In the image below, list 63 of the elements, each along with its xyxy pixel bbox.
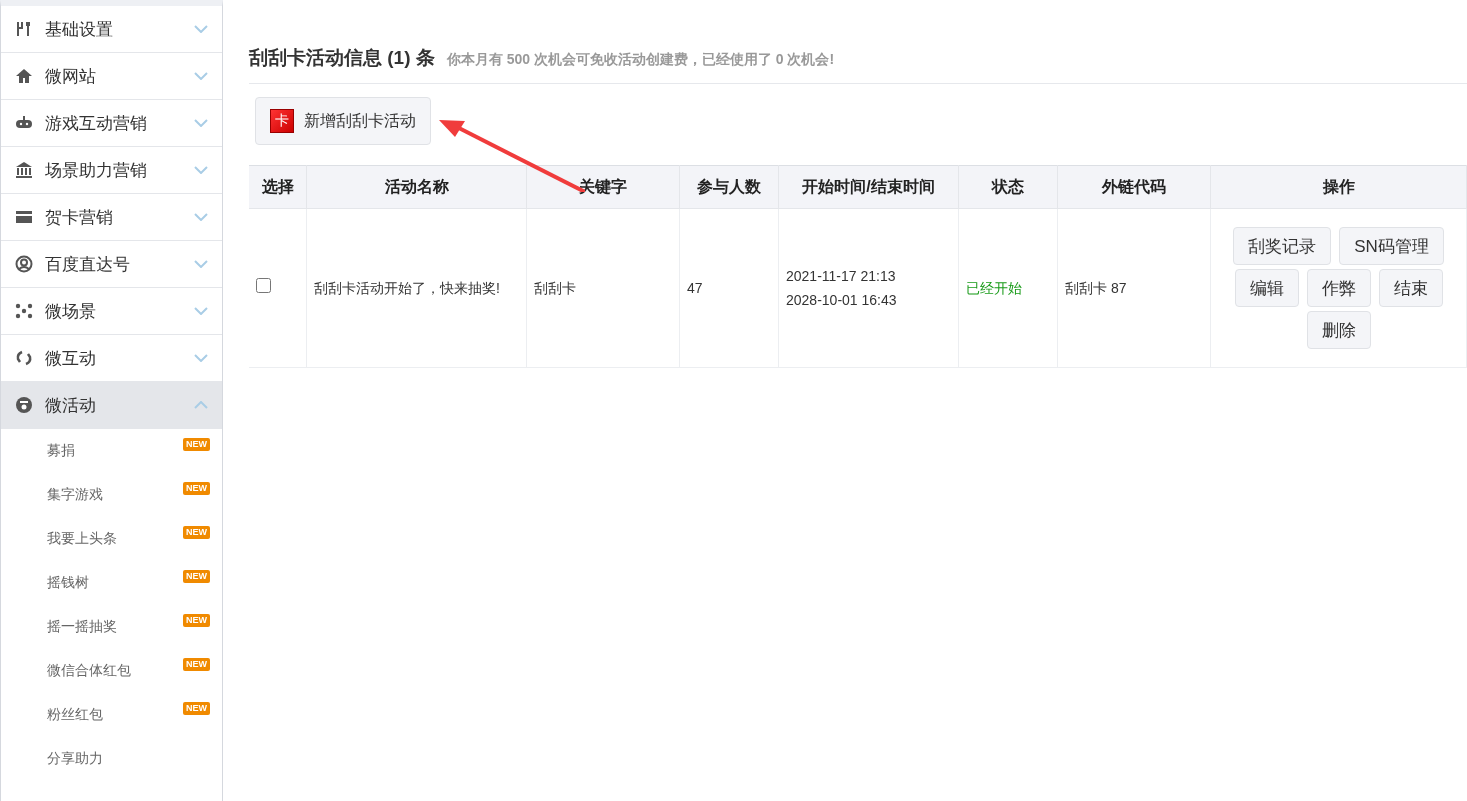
sidebar-item[interactable]: 基础设置 xyxy=(1,6,222,53)
action-button[interactable]: 删除 xyxy=(1306,311,1371,349)
chevron-down-icon xyxy=(194,354,208,362)
status-cell: 已经开始 xyxy=(958,208,1058,368)
submenu-item[interactable]: 粉丝红包 NEW xyxy=(1,693,222,737)
column-header: 选择 xyxy=(249,165,307,209)
page-title: 刮刮卡活动信息 (1) 条 xyxy=(249,46,435,70)
user-circle-icon xyxy=(15,255,33,273)
action-button[interactable]: 结束 xyxy=(1378,269,1443,307)
submenu-item[interactable]: 集字游戏 NEW xyxy=(1,473,222,517)
table-cell: 47 xyxy=(679,208,779,368)
submenu-item[interactable]: 我要上头条 NEW xyxy=(1,517,222,561)
new-badge: NEW xyxy=(183,613,210,627)
chevron-down-icon xyxy=(194,307,208,315)
sidebar-item[interactable]: 微场景 xyxy=(1,288,222,335)
bank-icon xyxy=(15,161,33,179)
chevron-up-icon xyxy=(194,401,208,409)
submenu-item[interactable]: 募捐 NEW xyxy=(1,429,222,473)
sidebar-item[interactable]: 百度直达号 xyxy=(1,241,222,288)
submenu-item[interactable]: 摇一摇抽奖 NEW xyxy=(1,605,222,649)
table-cell: 刮刮卡 xyxy=(526,208,680,368)
column-header: 参与人数 xyxy=(679,165,779,209)
action-button[interactable]: SN码管理 xyxy=(1339,227,1444,265)
column-header: 开始时间/结束时间 xyxy=(778,165,959,209)
table-cell: 刮刮卡活动开始了，快来抽奖! xyxy=(306,208,527,368)
sidebar-item[interactable]: 游戏互动营销 xyxy=(1,100,222,147)
chevron-down-icon xyxy=(194,166,208,174)
card-logo-icon: 卡 xyxy=(270,109,294,133)
submenu-item[interactable]: 微信合体红包 NEW xyxy=(1,649,222,693)
sidebar-item[interactable]: 微网站 xyxy=(1,53,222,100)
table-cell: 刮刮卡 87 xyxy=(1057,208,1211,368)
chevron-down-icon xyxy=(194,119,208,127)
chevron-down-icon xyxy=(194,25,208,33)
row-checkbox[interactable] xyxy=(256,278,271,293)
new-badge: NEW xyxy=(183,437,210,451)
submenu-item[interactable]: 分享助力 xyxy=(1,737,222,781)
column-header: 活动名称 xyxy=(306,165,527,209)
chevron-down-icon xyxy=(194,213,208,221)
column-header: 外链代码 xyxy=(1057,165,1211,209)
sidebar-item[interactable]: 贺卡营销 xyxy=(1,194,222,241)
quota-note: 你本月有 500 次机会可免收活动创建费，已经使用了 0 次机会! xyxy=(446,51,835,69)
column-header: 关键字 xyxy=(526,165,680,209)
sidebar-item[interactable]: 微活动 xyxy=(1,382,222,429)
new-badge: NEW xyxy=(183,481,210,495)
add-activity-button[interactable]: 卡 新增刮刮卡活动 xyxy=(255,97,431,145)
new-badge: NEW xyxy=(183,701,210,715)
nodes-icon xyxy=(15,302,33,320)
new-badge: NEW xyxy=(183,525,210,539)
submenu-item[interactable]: 摇钱树 NEW xyxy=(1,561,222,605)
home-icon xyxy=(15,67,33,85)
chevron-down-icon xyxy=(194,260,208,268)
chevron-down-icon xyxy=(194,72,208,80)
column-header: 操作 xyxy=(1210,165,1467,209)
action-button[interactable]: 刮奖记录 xyxy=(1233,227,1332,265)
action-button[interactable]: 作弊 xyxy=(1306,269,1371,307)
sidebar-item[interactable]: 场景助力营销 xyxy=(1,147,222,194)
card-icon xyxy=(15,208,33,226)
table-cell: 2021-11-17 21:13 2028-10-01 16:43 xyxy=(778,208,959,368)
action-button[interactable]: 编辑 xyxy=(1234,269,1299,307)
column-header: 状态 xyxy=(958,165,1058,209)
exchange-icon xyxy=(15,349,33,367)
new-badge: NEW xyxy=(183,657,210,671)
new-badge: NEW xyxy=(183,569,210,583)
